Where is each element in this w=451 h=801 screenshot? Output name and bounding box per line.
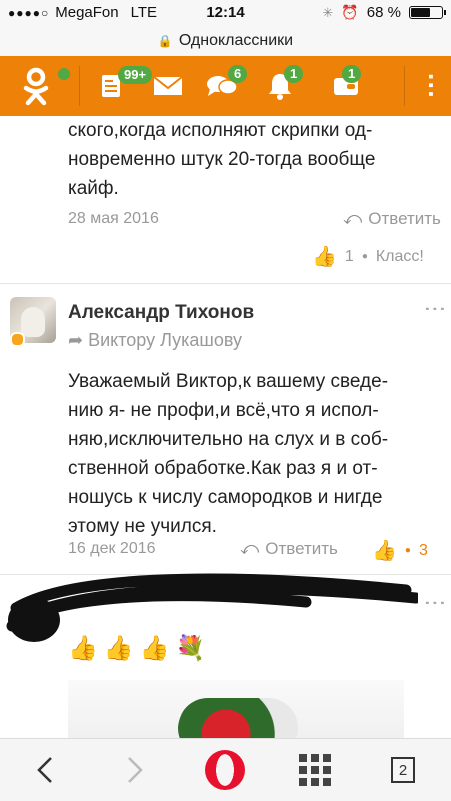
reply-arrow-icon: ➦ (68, 330, 84, 350)
online-status-icon (10, 332, 25, 347)
messages-button[interactable] (148, 56, 188, 116)
status-bar: ●●●●○ MegaFon LTE 12:14 ✳ ⏰ 68 % (0, 0, 451, 26)
wallet-badge: 1 (342, 65, 362, 83)
like-row: 👍 ● 3 (372, 538, 428, 563)
mail-icon (153, 76, 183, 95)
discussions-badge: 6 (228, 65, 248, 83)
like-button[interactable]: Класс! (376, 248, 424, 266)
thumbs-up-emoji: 👍 (103, 635, 134, 662)
opera-menu-button[interactable] (200, 739, 250, 801)
lock-icon: 🔒 (157, 34, 173, 48)
reply-label: Ответить (368, 208, 441, 228)
more-menu-button[interactable]: ··· (412, 56, 451, 116)
alarm-icon: ⏰ (341, 4, 359, 20)
reply-label: Ответить (265, 538, 338, 558)
comment-line: ственной обработке.Как раз я и от- (68, 458, 378, 479)
comment-line: ношусь к числу самородков и нигде (68, 487, 383, 508)
speed-dial-button[interactable] (290, 739, 340, 801)
battery-icon (409, 6, 446, 19)
like-count: 3 (418, 541, 428, 559)
site-title: Одноклассники (178, 32, 294, 49)
ok-home-button[interactable] (0, 56, 72, 116)
status-right: ✳ ⏰ 68 % (322, 4, 446, 21)
separator-dot: ● (404, 545, 411, 556)
comment-line: новременно штук 20-тогда вообще (68, 149, 376, 170)
nav-divider (404, 66, 405, 106)
wallet-button[interactable]: 1 (326, 56, 366, 116)
reply-icon: ⤺ (240, 538, 260, 558)
reply-to-name: Виктору Лукашову (88, 330, 243, 350)
nav-divider (79, 66, 80, 106)
separator-dot: ● (361, 251, 368, 262)
feed-button[interactable]: 99+ (90, 56, 153, 116)
tabs-button[interactable]: 2 (378, 739, 428, 801)
reply-to[interactable]: ➦ Виктору Лукашову (68, 330, 242, 351)
avatar-image (21, 307, 45, 337)
comment-line: Уважаемый Виктор,к вашему сведе- (68, 371, 389, 392)
opera-logo-icon (205, 750, 245, 790)
top-navigation: 99+ 6 1 1 ··· (0, 56, 451, 116)
thumbs-up-icon[interactable]: 👍 (312, 244, 337, 269)
comment-more-icon[interactable]: ⋮ (422, 298, 448, 321)
like-count: 1 (344, 247, 354, 265)
forward-icon (128, 757, 143, 783)
comment-text: ского,когда исполняют скрипки од- новрем… (68, 116, 438, 203)
grid-icon (299, 754, 331, 786)
more-icon: ··· (416, 73, 447, 99)
back-icon (37, 757, 52, 783)
url-bar[interactable]: 🔒 Одноклассники (0, 26, 451, 56)
comment-author[interactable]: Александр Тихонов (68, 302, 254, 324)
tabs-count: 2 (398, 762, 408, 779)
battery-percent: 68 % (366, 4, 401, 21)
comment-line: няю,исключительно на слух и в соб- (68, 429, 389, 450)
comment-date: 16 дек 2016 (68, 540, 156, 557)
thumbs-up-emoji: 👍 (68, 635, 98, 662)
back-button[interactable] (20, 739, 70, 801)
loading-icon: ✳ (322, 4, 334, 20)
thumbs-up-icon[interactable]: 👍 (372, 538, 397, 563)
comment-line: кайф. (68, 178, 119, 199)
battery-fill (411, 8, 431, 17)
like-row: 👍 1 ● Класс! (312, 244, 424, 269)
forward-button[interactable] (110, 739, 160, 801)
notifications-button[interactable]: 1 (260, 56, 304, 116)
bouquet-emoji: 💐 (175, 635, 206, 662)
comment-line: ского,когда исполняют скрипки од- (68, 120, 373, 141)
tabs-icon: 2 (391, 757, 415, 783)
notifications-badge: 1 (284, 65, 304, 83)
feed-badge: 99+ (118, 66, 153, 84)
comment-text: Уважаемый Виктор,к вашему сведе- нию я- … (68, 367, 438, 541)
reply-icon: ⤺ (343, 208, 363, 228)
comment-more-icon[interactable]: ⋮ (422, 592, 448, 615)
discussions-button[interactable]: 6 (200, 56, 248, 116)
ok-logo-icon (23, 67, 49, 106)
comment-line: нию я- не профи,и всё,что я испол- (68, 400, 379, 421)
comment-date: 28 мая 2016 (68, 210, 159, 227)
comment-line: этому не учился. (68, 516, 217, 537)
emoji-row: 👍 👍 👍 💐 (68, 634, 206, 663)
ok-status-dot (58, 68, 70, 80)
reply-button[interactable]: ⤺ Ответить (343, 208, 441, 229)
reply-button[interactable]: ⤺ Ответить (240, 538, 338, 559)
browser-toolbar: 2 (0, 738, 451, 801)
comment-divider (0, 283, 451, 284)
thumbs-up-emoji: 👍 (139, 635, 170, 662)
